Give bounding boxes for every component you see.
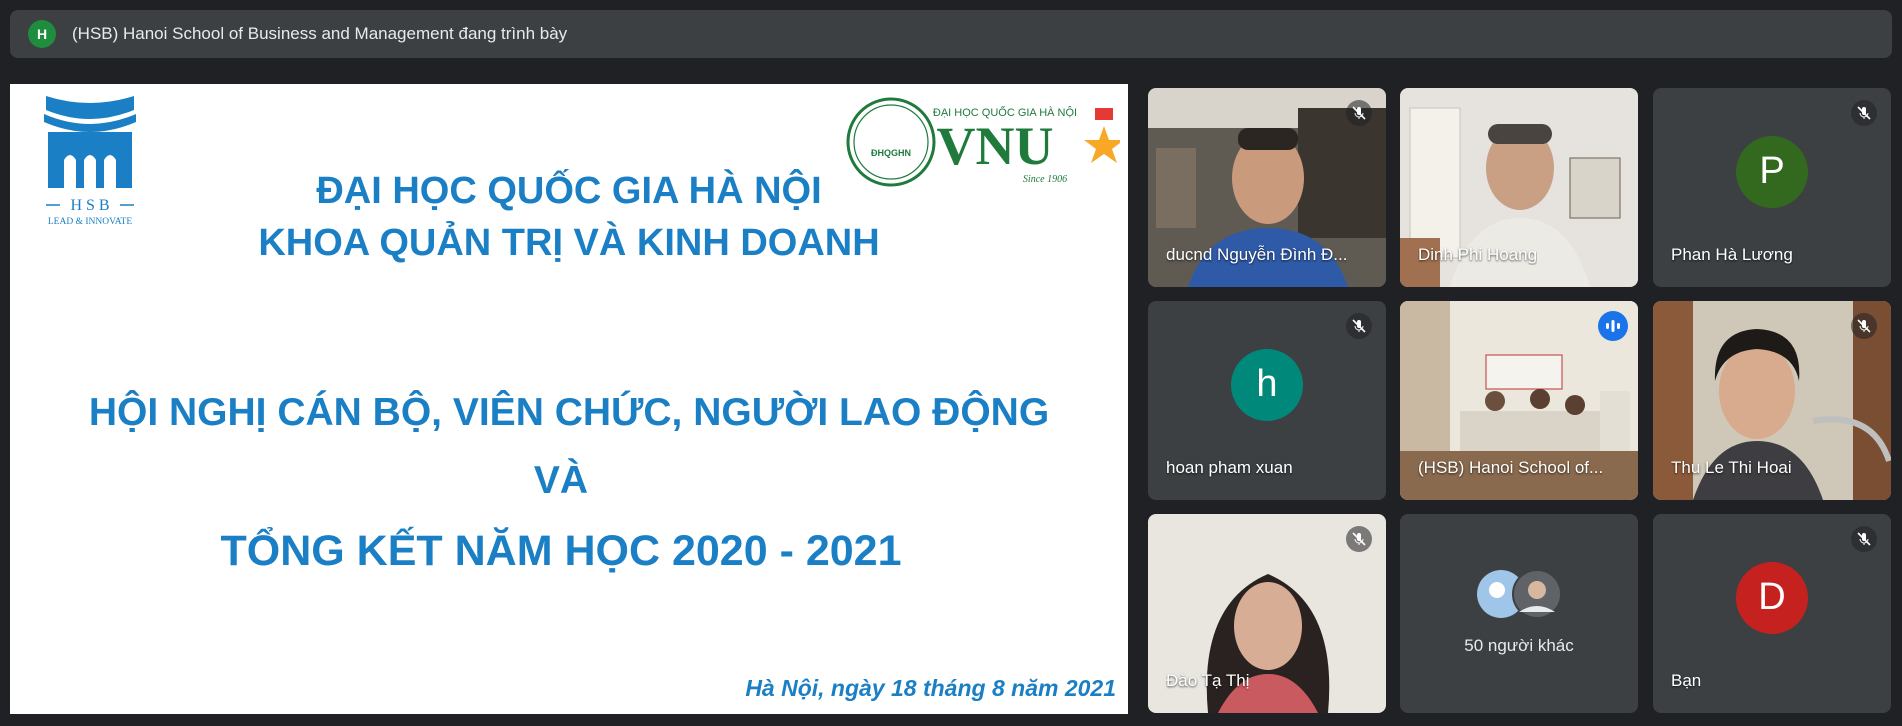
presentation-slide[interactable]: H S B LEAD & INNOVATE ĐHQGHN ĐẠI HỌC QUỐ… xyxy=(10,84,1128,714)
slide-line-5: TỔNG KẾT NĂM HỌC 2020 - 2021 xyxy=(220,527,902,575)
participant-avatar: h xyxy=(1231,348,1303,421)
svg-text:ĐHQGHN: ĐHQGHN xyxy=(871,148,911,158)
svg-text:VNU: VNU xyxy=(937,116,1054,176)
mic-off-icon xyxy=(1851,526,1877,552)
participant-tile[interactable]: P Phan Hà Lương xyxy=(1653,88,1891,287)
participant-tile[interactable]: Thu Le Thi Hoai xyxy=(1653,301,1891,500)
slide-line-3: HỘI NGHỊ CÁN BỘ, VIÊN CHỨC, NGƯỜI LAO ĐỘ… xyxy=(88,391,1050,434)
participant-tile[interactable]: Đào Tạ Thị xyxy=(1148,514,1386,713)
mic-off-icon xyxy=(1346,526,1372,552)
participant-name: Dinh Phi Hoang xyxy=(1418,245,1538,264)
mic-off-icon xyxy=(1851,100,1877,126)
participant-tile-self[interactable]: D Bạn xyxy=(1653,514,1891,713)
participant-avatar: P xyxy=(1736,135,1808,208)
others-count: 50 người khác xyxy=(1464,636,1574,655)
slide-line-1: ĐẠI HỌC QUỐC GIA HÀ NỘI xyxy=(316,170,822,212)
slide-line-2: KHOA QUẢN TRỊ VÀ KINH DOANH xyxy=(258,222,880,264)
participant-tile-active-speaker[interactable]: (HSB) Hanoi School of... xyxy=(1400,301,1638,500)
others-tile[interactable]: 50 người khác xyxy=(1400,514,1638,713)
participant-tile[interactable]: h hoan pham xuan xyxy=(1148,301,1386,500)
participant-name: hoan pham xuan xyxy=(1166,458,1293,477)
participant-name: Phan Hà Lương xyxy=(1671,245,1793,264)
participant-name: Thu Le Thi Hoai xyxy=(1671,458,1792,477)
participant-name: Bạn xyxy=(1671,671,1702,690)
audio-level-icon xyxy=(1598,311,1628,341)
slide-line-4: VÀ xyxy=(533,459,589,502)
mic-off-icon xyxy=(1346,100,1372,126)
participant-avatar: D xyxy=(1736,561,1808,634)
participant-name: ducnd Nguyễn Đình Đ... xyxy=(1166,245,1348,264)
participant-name: Đào Tạ Thị xyxy=(1166,671,1250,690)
participant-name: (HSB) Hanoi School of... xyxy=(1418,458,1604,477)
presenter-avatar: H xyxy=(28,20,56,48)
participant-tile[interactable]: Dinh Phi Hoang xyxy=(1400,88,1638,287)
presenter-text: (HSB) Hanoi School of Business and Manag… xyxy=(72,24,568,43)
participant-tile[interactable]: ducnd Nguyễn Đình Đ... xyxy=(1148,88,1386,287)
others-avatars xyxy=(1477,569,1562,619)
slide-date: Hà Nội, ngày 18 tháng 8 năm 2021 xyxy=(745,675,1116,701)
presenter-banner: H (HSB) Hanoi School of Business and Man… xyxy=(10,10,1892,58)
mic-off-icon xyxy=(1851,313,1877,339)
mic-off-icon xyxy=(1346,313,1372,339)
